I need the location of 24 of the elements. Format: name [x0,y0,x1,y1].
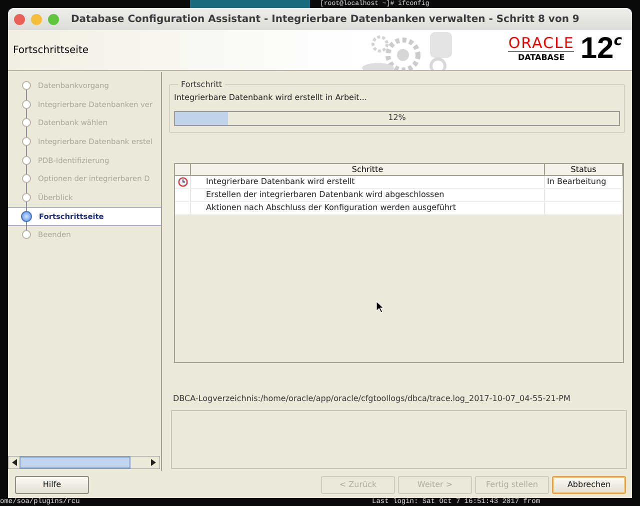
window-title: Database Configuration Assistant - Integrierbare Datenbanken verwalten - Schritt 8 von 9 [71,14,580,24]
progress-message: Integrierbare Datenbank wird erstellt in Arbeit... [174,93,368,102]
table-cell: Aktionen nach Abschluss der Konfiguration werden ausgeführt [191,202,545,214]
close-button[interactable] [14,14,25,24]
version-label: 12 [580,33,614,65]
group-label: Fortschritt [180,80,224,89]
progress-reading: 12% [388,113,406,122]
column-header[interactable]: Schritte [191,164,545,176]
clock-icon [178,177,188,187]
dialog-button[interactable]: Abbrechen [552,476,626,494]
table-cell: In Bearbeitung [545,176,623,188]
column-header[interactable]: Status [545,164,623,176]
page-title: Fortschrittseite [13,44,89,56]
minimize-button[interactable] [31,14,42,24]
table-cell: Integrierbare Datenbank wird erstellt [191,176,545,188]
brand-logo: ORACLE [508,34,574,52]
table-cell: Erstellen der integrierbaren Datenbank wird abgeschlossen [191,189,545,201]
horizontal-scrollbar[interactable] [8,456,160,469]
log-path: DBCA-Logverzeichnis:/home/oracle/app/oracle/cfgtoollogs/dbca/trace.log_2017-10-07_04-55-21-PM [173,394,572,403]
mouse-cursor [376,301,384,313]
product-label: DATABASE [518,52,565,64]
maximize-button[interactable] [48,14,59,24]
dialog-button[interactable]: Hilfe [15,476,89,494]
version-suffix: c [614,33,622,49]
